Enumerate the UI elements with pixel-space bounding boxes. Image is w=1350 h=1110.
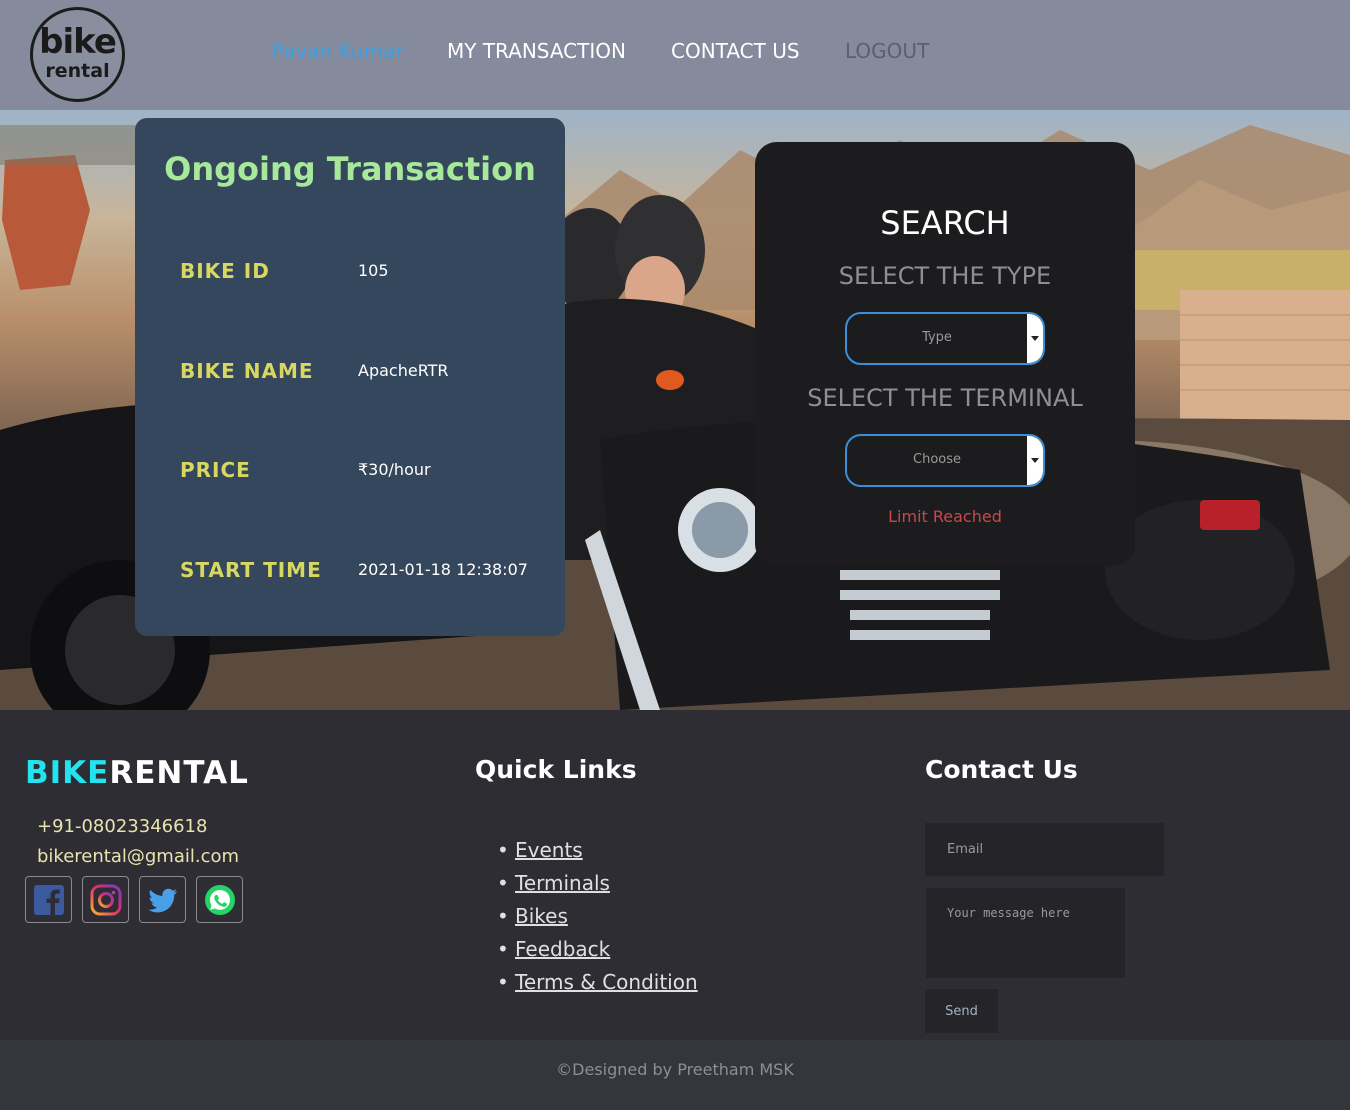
top-navbar: bike rental Pavan Kumar MY TRANSACTION C… [0,0,1350,110]
footer: BIKERENTAL +91-08023346618 bikerental@gm… [0,710,1350,1040]
message-textarea[interactable]: Your message here [925,887,1126,979]
bike-name-label: BIKE NAME [180,359,314,383]
twitter-icon [148,888,177,913]
select-terminal-label: SELECT THE TERMINAL [807,384,1083,412]
select-type-label: SELECT THE TYPE [838,262,1052,290]
list-item: Terminals [497,867,698,900]
list-item: Bikes [497,900,698,933]
start-time-value: 2021-01-18 12:38:07 [358,560,528,579]
terminal-select[interactable]: Choose [845,434,1045,487]
instagram-icon [90,884,122,916]
hero-section: Ongoing Transaction BIKE ID 105 BIKE NAM… [0,110,1350,710]
contact-us-title: Contact Us [925,755,1078,784]
price-value: ₹30/hour [358,460,431,479]
send-button[interactable]: Send [925,989,998,1033]
quick-link-terminals[interactable]: Terminals [515,871,610,895]
footer-phone: +91-08023346618 [37,816,208,837]
bike-rental-logo[interactable]: bike rental [30,7,125,102]
list-item: Terms & Condition [497,966,698,999]
quick-link-feedback[interactable]: Feedback [515,937,610,961]
whatsapp-icon [205,885,235,915]
bike-id-value: 105 [358,261,389,280]
bike-name-value: ApacheRTR [358,361,449,380]
terminal-select-value: Choose [913,452,961,467]
nav-my-transaction[interactable]: MY TRANSACTION [447,38,626,64]
nav-logout[interactable]: LOGOUT [845,38,929,64]
whatsapp-link[interactable] [196,876,243,923]
quick-link-terms[interactable]: Terms & Condition [515,970,698,994]
price-label: PRICE [180,458,251,482]
quick-link-events[interactable]: Events [515,838,583,862]
search-title: SEARCH [880,204,1010,242]
quick-links-list: Events Terminals Bikes Feedback Terms & … [497,834,698,999]
list-item: Events [497,834,698,867]
dropdown-arrow-icon[interactable] [1027,314,1043,363]
instagram-link[interactable] [82,876,129,923]
limit-reached-message: Limit Reached [888,507,1002,526]
type-select-value: Type [922,330,952,345]
bike-id-label: BIKE ID [180,259,270,283]
brand-part-rental: RENTAL [109,755,249,791]
footer-brand: BIKERENTAL [25,755,249,791]
facebook-icon [34,885,64,915]
facebook-link[interactable] [25,876,72,923]
card-title: Ongoing Transaction [164,150,536,188]
search-panel: SEARCH SELECT THE TYPE Type SELECT THE T… [755,142,1135,566]
footer-email: bikerental@gmail.com [37,846,240,867]
quick-link-bikes[interactable]: Bikes [515,904,568,928]
ongoing-transaction-card: Ongoing Transaction BIKE ID 105 BIKE NAM… [135,118,565,636]
nav-contact-us[interactable]: CONTACT US [671,38,800,64]
twitter-link[interactable] [139,876,186,923]
list-item: Feedback [497,933,698,966]
logo-text-bike: bike [39,22,117,62]
email-field[interactable]: Email [925,823,1164,876]
logo-text-rental: rental [45,60,110,82]
copyright-bar: ©Designed by Preetham MSK [0,1040,1350,1110]
start-time-label: START TIME [180,558,322,582]
type-select[interactable]: Type [845,312,1045,365]
nav-user-name[interactable]: Pavan Kumar [272,38,403,64]
social-links [25,876,243,923]
quick-links-title: Quick Links [475,755,637,784]
brand-part-bike: BIKE [25,755,110,791]
dropdown-arrow-icon[interactable] [1027,436,1043,485]
